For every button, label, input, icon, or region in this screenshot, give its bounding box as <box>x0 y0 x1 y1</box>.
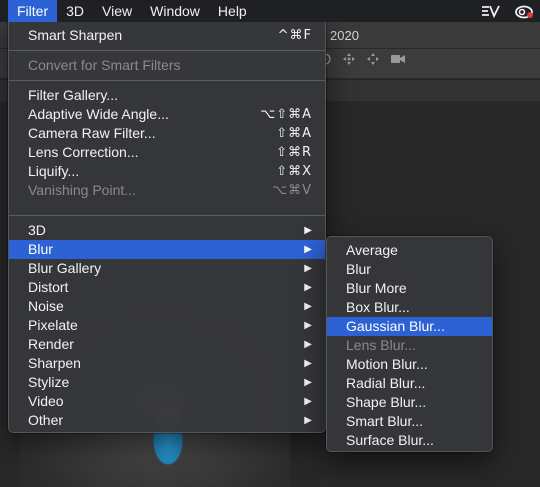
menu-item-label: Other <box>28 412 64 428</box>
menu-item-vanishing-point: Vanishing Point... ⌥⌘V <box>9 181 325 200</box>
menu-item-label: Blur Gallery <box>28 260 102 276</box>
menu-item-liquify[interactable]: Liquify... ⇧⌘X <box>9 162 325 181</box>
status-icons <box>480 0 540 22</box>
submenu-item-blur[interactable]: Blur <box>327 260 492 279</box>
separator <box>9 215 325 216</box>
menu-item-label: Filter Gallery... <box>28 87 118 103</box>
menu-item-label: Video <box>28 393 64 409</box>
shortcut: ⌥⇧⌘A <box>260 107 312 122</box>
shortcut: ⇧⌘R <box>276 145 312 160</box>
submenu-arrow-icon: ▶ <box>304 377 312 388</box>
document-title-fragment: 2020 <box>330 28 359 43</box>
submenu-arrow-icon: ▶ <box>304 339 312 350</box>
shortcut: ⇧⌘A <box>276 126 312 141</box>
menu-item-pixelate[interactable]: Pixelate ▶ <box>9 316 325 335</box>
vpn-icon[interactable] <box>480 4 500 18</box>
menu-help[interactable]: Help <box>209 0 256 22</box>
menu-bar: Filter 3D View Window Help <box>0 0 540 22</box>
menu-item-lens-correction[interactable]: Lens Correction... ⇧⌘R <box>9 143 325 162</box>
submenu-arrow-icon: ▶ <box>304 358 312 369</box>
menu-item-smart-sharpen[interactable]: Smart Sharpen ^⌘F <box>9 26 325 45</box>
menu-item-label: Camera Raw Filter... <box>28 125 156 141</box>
submenu-item-box-blur[interactable]: Box Blur... <box>327 298 492 317</box>
submenu-arrow-icon: ▶ <box>304 244 312 255</box>
menu-filter[interactable]: Filter <box>8 0 58 22</box>
pan-icon[interactable] <box>342 52 356 66</box>
menu-item-label: Lens Correction... <box>28 144 139 160</box>
submenu-arrow-icon: ▶ <box>304 320 312 331</box>
shortcut: ⌥⌘V <box>272 183 312 198</box>
menu-item-label: Stylize <box>28 374 70 390</box>
menu-item-label: Noise <box>28 298 64 314</box>
3d-tools <box>318 52 406 66</box>
submenu-item-smart-blur[interactable]: Smart Blur... <box>327 412 492 431</box>
submenu-item-average[interactable]: Average <box>327 241 492 260</box>
menu-item-label: Blur <box>28 241 53 257</box>
submenu-item-blur-more[interactable]: Blur More <box>327 279 492 298</box>
menu-item-video[interactable]: Video ▶ <box>9 392 325 411</box>
menu-item-label: Vanishing Point... <box>28 182 136 198</box>
separator <box>9 80 325 81</box>
camera-icon[interactable] <box>390 53 406 65</box>
menu-window[interactable]: Window <box>141 0 209 22</box>
menu-item-convert-for-smart-filters: Convert for Smart Filters <box>9 56 325 75</box>
menu-item-label: Sharpen <box>28 355 81 371</box>
menu-item-blur[interactable]: Blur ▶ <box>9 240 325 259</box>
submenu-arrow-icon: ▶ <box>304 301 312 312</box>
menu-item-render[interactable]: Render ▶ <box>9 335 325 354</box>
menu-item-label: Pixelate <box>28 317 78 333</box>
menu-item-other[interactable]: Other ▶ <box>9 411 325 430</box>
slide-icon[interactable] <box>366 52 380 66</box>
menu-item-blur-gallery[interactable]: Blur Gallery ▶ <box>9 259 325 278</box>
menu-item-sharpen[interactable]: Sharpen ▶ <box>9 354 325 373</box>
menu-item-camera-raw-filter[interactable]: Camera Raw Filter... ⇧⌘A <box>9 124 325 143</box>
menu-item-label: Distort <box>28 279 69 295</box>
submenu-item-radial-blur[interactable]: Radial Blur... <box>327 374 492 393</box>
menu-item-label: 3D <box>28 222 46 238</box>
submenu-arrow-icon: ▶ <box>304 225 312 236</box>
menu-item-adaptive-wide-angle[interactable]: Adaptive Wide Angle... ⌥⇧⌘A <box>9 105 325 124</box>
menu-item-label: Liquify... <box>28 163 80 179</box>
filter-menu: Smart Sharpen ^⌘F Convert for Smart Filt… <box>8 21 326 433</box>
menu-view[interactable]: View <box>93 0 141 22</box>
shortcut: ^⌘F <box>277 28 312 43</box>
menu-item-label: Smart Sharpen <box>28 27 123 43</box>
creative-cloud-icon[interactable] <box>514 3 534 19</box>
menu-item-stylize[interactable]: Stylize ▶ <box>9 373 325 392</box>
menu-3d[interactable]: 3D <box>57 0 93 22</box>
blur-submenu: Average Blur Blur More Box Blur... Gauss… <box>326 236 493 452</box>
separator <box>9 50 325 51</box>
submenu-item-surface-blur[interactable]: Surface Blur... <box>327 431 492 450</box>
shortcut: ⇧⌘X <box>276 164 312 179</box>
submenu-item-gaussian-blur[interactable]: Gaussian Blur... <box>327 317 492 336</box>
menu-item-label: Convert for Smart Filters <box>28 57 181 73</box>
menu-item-filter-gallery[interactable]: Filter Gallery... <box>9 86 325 105</box>
submenu-item-motion-blur[interactable]: Motion Blur... <box>327 355 492 374</box>
submenu-item-lens-blur: Lens Blur... <box>346 337 417 353</box>
menu-item-3d[interactable]: 3D ▶ <box>9 221 325 240</box>
submenu-arrow-icon: ▶ <box>304 396 312 407</box>
menu-item-label: Render <box>28 336 74 352</box>
menu-item-noise[interactable]: Noise ▶ <box>9 297 325 316</box>
submenu-arrow-icon: ▶ <box>304 415 312 426</box>
menu-item-label: Adaptive Wide Angle... <box>28 106 169 122</box>
submenu-item-shape-blur[interactable]: Shape Blur... <box>327 393 492 412</box>
menu-item-distort[interactable]: Distort ▶ <box>9 278 325 297</box>
submenu-arrow-icon: ▶ <box>304 263 312 274</box>
submenu-arrow-icon: ▶ <box>304 282 312 293</box>
